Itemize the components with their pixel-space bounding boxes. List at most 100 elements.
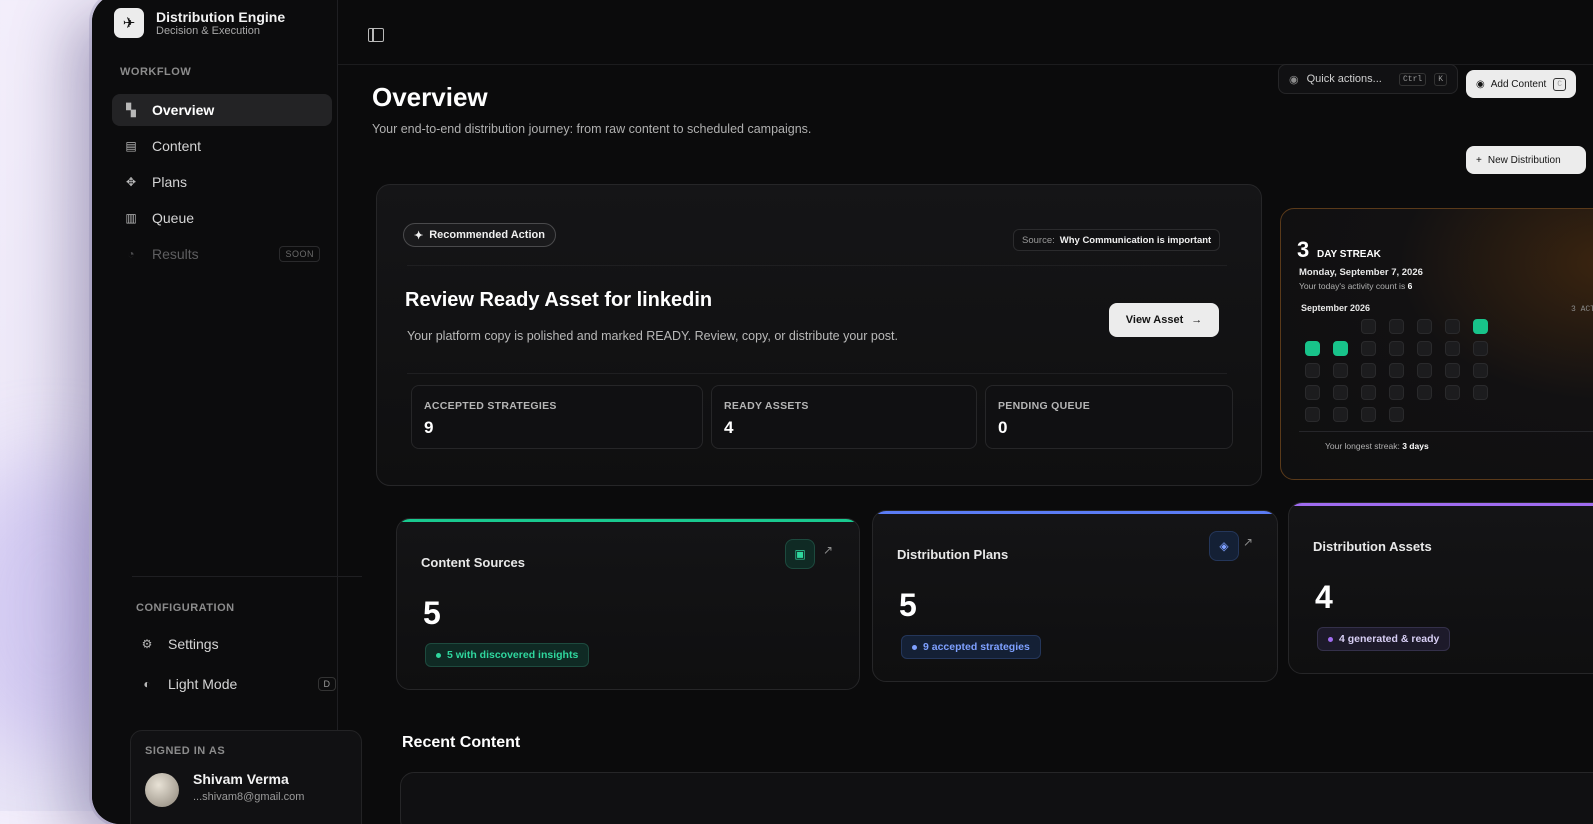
card-divider: [407, 265, 1227, 266]
calendar-day: [1389, 363, 1404, 378]
metric-value: 5: [423, 595, 441, 631]
light-mode-toggle[interactable]: ◐ Light Mode D: [128, 668, 348, 700]
page-subtitle: Your end-to-end distribution journey: fr…: [372, 122, 812, 136]
user-name: Shivam Verma: [193, 771, 289, 787]
workflow-nav: ▚ Overview ▤ Content ✥ Plans ▥ Queue ◔ R…: [112, 94, 332, 274]
sidebar: ✈ Distribution Engine Decision & Executi…: [92, 0, 362, 824]
add-content-shortcut: C: [1553, 77, 1566, 91]
grid-icon: ▚: [126, 103, 136, 117]
avatar: [145, 773, 179, 807]
recommended-action-card: ✦ Recommended Action Source: Why Communi…: [376, 184, 1262, 486]
crosshair-icon: ✥: [125, 175, 137, 189]
shortcut-k: K: [1434, 72, 1447, 86]
calendar-day: [1305, 341, 1320, 356]
sidebar-item-label: Queue: [152, 210, 195, 226]
user-email: ...shivam8@gmail.com: [193, 791, 305, 803]
arrow-right-icon: →: [1191, 314, 1203, 326]
calendar-day: [1417, 363, 1432, 378]
calendar-day: [1361, 407, 1376, 422]
search-icon: ◉: [1289, 73, 1299, 86]
streak-month: September 2026: [1301, 303, 1371, 313]
quick-actions-label: Quick actions...: [1306, 73, 1382, 85]
longest-prefix: Your longest streak:: [1325, 441, 1400, 451]
calendar-day: [1333, 363, 1348, 378]
metric-title: Distribution Assets: [1313, 539, 1432, 554]
recent-content-title: Recent Content: [402, 734, 521, 751]
calendar-day: [1333, 385, 1348, 400]
accent-line: [1289, 503, 1593, 506]
sidebar-item-plans[interactable]: ✥ Plans: [112, 166, 332, 198]
calendar-day: [1389, 319, 1404, 334]
calendar-day: [1361, 341, 1376, 356]
pie-chart-icon: ◔: [127, 247, 135, 261]
sidebar-item-label: Overview: [152, 102, 215, 118]
metric-card-distribution-assets[interactable]: Distribution Assets 4 4 generated & read…: [1288, 502, 1593, 674]
calendar-day: [1361, 363, 1376, 378]
activity-prefix: Your today's activity count is: [1299, 281, 1406, 291]
calendar-day: [1417, 319, 1432, 334]
calendar-day: [1361, 319, 1376, 334]
sidebar-item-label: Results: [152, 246, 199, 262]
calendar-day: [1389, 407, 1404, 422]
sidebar-item-content[interactable]: ▤ Content: [112, 130, 332, 162]
stat-ready-assets: READY ASSETS 4: [711, 385, 977, 449]
accent-line: [397, 519, 859, 522]
calendar-day: [1473, 341, 1488, 356]
arrow-up-right-icon[interactable]: ↗: [823, 543, 833, 557]
plus-icon: +: [1476, 154, 1482, 166]
calendar-day: [1305, 407, 1320, 422]
metric-chip: 9 accepted strategies: [901, 635, 1041, 659]
clipboard-icon: ▥: [125, 211, 137, 225]
sidebar-divider: [132, 576, 362, 577]
brand-title: Distribution Engine: [156, 8, 286, 25]
recommended-description: Your platform copy is polished and marke…: [407, 329, 898, 343]
status-dot: [1328, 636, 1333, 642]
metric-card-content-sources[interactable]: Content Sources ▣ ↗ 5 5 with discovered …: [396, 518, 860, 690]
main-content: ◉ Quick actions... Ctrl K ◉ Add Content …: [338, 0, 1593, 824]
recommended-action-chip: ✦ Recommended Action: [403, 223, 556, 247]
sidebar-item-overview[interactable]: ▚ Overview: [112, 94, 332, 126]
arrow-up-right-icon[interactable]: ↗: [1243, 535, 1253, 549]
metric-chip-label: 5 with discovered insights: [447, 649, 579, 661]
signed-in-card[interactable]: SIGNED IN AS Shivam Verma ...shivam8@gma…: [130, 730, 362, 824]
metric-value: 5: [899, 587, 917, 623]
layers-icon: ◈: [1209, 531, 1239, 561]
streak-divider: [1299, 431, 1593, 432]
source-value: Why Communication is important: [1059, 234, 1212, 246]
file-icon: ▤: [125, 139, 137, 153]
calendar-day: [1417, 341, 1432, 356]
sidebar-item-results: ◔ Results SOON: [112, 238, 332, 270]
stat-value: 4: [724, 418, 734, 437]
stat-accepted-strategies: ACCEPTED STRATEGIES 9: [411, 385, 703, 449]
metric-chip-label: 4 generated & ready: [1339, 633, 1440, 645]
longest-streak: Your longest streak: 3 days: [1325, 441, 1429, 451]
new-distribution-button[interactable]: + New Distribution: [1466, 146, 1586, 174]
plus-circle-icon: ◉: [1476, 78, 1485, 90]
metric-card-distribution-plans[interactable]: Distribution Plans ◈ ↗ 5 9 accepted stra…: [872, 510, 1278, 682]
rocket-logo-icon: ✈: [114, 8, 144, 38]
quick-actions-search[interactable]: ◉ Quick actions... Ctrl K: [1278, 64, 1458, 94]
metric-chip-label: 9 accepted strategies: [923, 641, 1030, 653]
recommended-action-label: Recommended Action: [429, 229, 545, 241]
sidebar-item-settings[interactable]: ⚙ Settings: [128, 628, 348, 660]
stat-pending-queue: PENDING QUEUE 0: [985, 385, 1233, 449]
config-nav: ⚙ Settings ◐ Light Mode D: [128, 628, 348, 704]
sidebar-item-queue[interactable]: ▥ Queue: [112, 202, 332, 234]
calendar-day: [1473, 385, 1488, 400]
streak-word: DAY STREAK: [1317, 249, 1381, 260]
source-chip: Source: Why Communication is important: [1013, 229, 1221, 251]
soon-badge: SOON: [279, 246, 320, 262]
file-icon: ▣: [785, 539, 815, 569]
card-divider: [407, 373, 1227, 374]
calendar-day: [1445, 341, 1460, 356]
view-asset-button[interactable]: View Asset →: [1109, 303, 1219, 337]
stat-label: PENDING QUEUE: [998, 400, 1090, 412]
calendar-day: [1445, 319, 1460, 334]
status-dot: [436, 652, 441, 658]
calendar-day: [1473, 319, 1488, 334]
add-content-button[interactable]: ◉ Add Content C: [1466, 70, 1576, 98]
sidebar-toggle-icon[interactable]: [368, 28, 384, 42]
sparkles-icon: ✦: [414, 229, 424, 242]
sidebar-item-label: Plans: [152, 174, 188, 190]
stat-label: READY ASSETS: [724, 400, 809, 412]
